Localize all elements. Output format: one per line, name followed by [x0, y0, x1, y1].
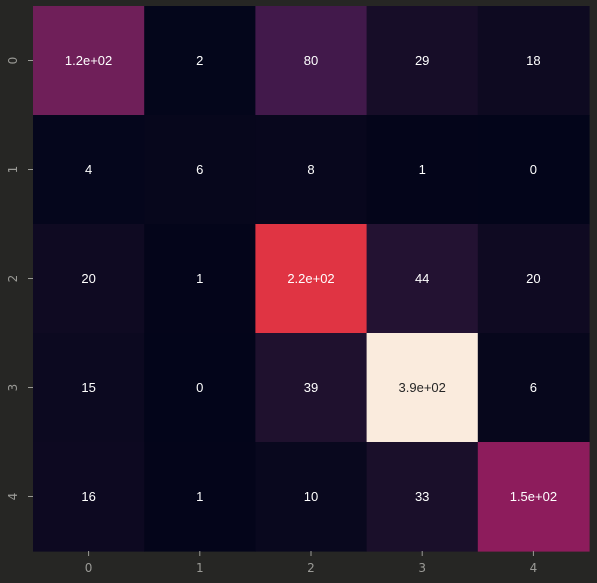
confusion-matrix-heatmap: 1.2e+02 2 80 29 184 6 8 1 020 1 2.2e+02 44 2015 0 39 3.…	[6, 6, 590, 575]
cell-annotation-r1-c2: 8	[307, 162, 314, 177]
cell-annotation-r2-c4: 20	[526, 271, 540, 286]
y-tick-label-4: 4	[6, 493, 20, 501]
cell-annotation-r0-c4: 18	[526, 53, 540, 68]
x-axis: 0 1 2 3 4	[85, 551, 537, 575]
cell-annotation-r4-c0: 16	[81, 489, 95, 504]
y-tick-label-3: 3	[6, 384, 20, 392]
cell-annotation-r2-c1: 1	[196, 271, 203, 286]
cell-annotation-r3-c0: 15	[81, 380, 95, 395]
cell-annotation-r0-c0: 1.2e+02	[65, 53, 112, 68]
y-tick-label-2: 2	[6, 275, 20, 283]
x-tick-label-3: 3	[418, 561, 426, 575]
x-tick-label-0: 0	[85, 561, 93, 575]
x-tick-label-1: 1	[196, 561, 204, 575]
cell-annotation-r4-c4: 1.5e+02	[510, 489, 557, 504]
y-tick-label-1: 1	[6, 166, 20, 174]
cell-annotation-r0-c2: 80	[304, 53, 318, 68]
cell-annotation-r4-c2: 10	[304, 489, 318, 504]
cell-annotation-r4-c3: 33	[415, 489, 429, 504]
cell-annotation-r3-c1: 0	[196, 380, 203, 395]
cell-annotation-r3-c4: 6	[530, 380, 537, 395]
cell-annotation-r2-c3: 44	[415, 271, 429, 286]
cell-annotation-r1-c0: 4	[85, 162, 92, 177]
x-tick-label-4: 4	[530, 561, 538, 575]
cell-annotation-r4-c1: 1	[196, 489, 203, 504]
y-tick-label-0: 0	[6, 57, 20, 65]
cell-annotation-r0-c3: 29	[415, 53, 429, 68]
cell-annotation-r3-c3: 3.9e+02	[399, 380, 446, 395]
y-axis: 0 1 2 3 4	[6, 57, 33, 501]
cell-annotation-r1-c1: 6	[196, 162, 203, 177]
cell-annotation-r0-c1: 2	[196, 53, 203, 68]
cell-annotation-r1-c3: 1	[419, 162, 426, 177]
cell-annotation-r3-c2: 39	[304, 380, 318, 395]
cell-annotation-r2-c2: 2.2e+02	[287, 271, 334, 286]
cell-annotation-r2-c0: 20	[81, 271, 95, 286]
x-tick-label-2: 2	[307, 561, 315, 575]
cell-annotation-r1-c4: 0	[530, 162, 537, 177]
